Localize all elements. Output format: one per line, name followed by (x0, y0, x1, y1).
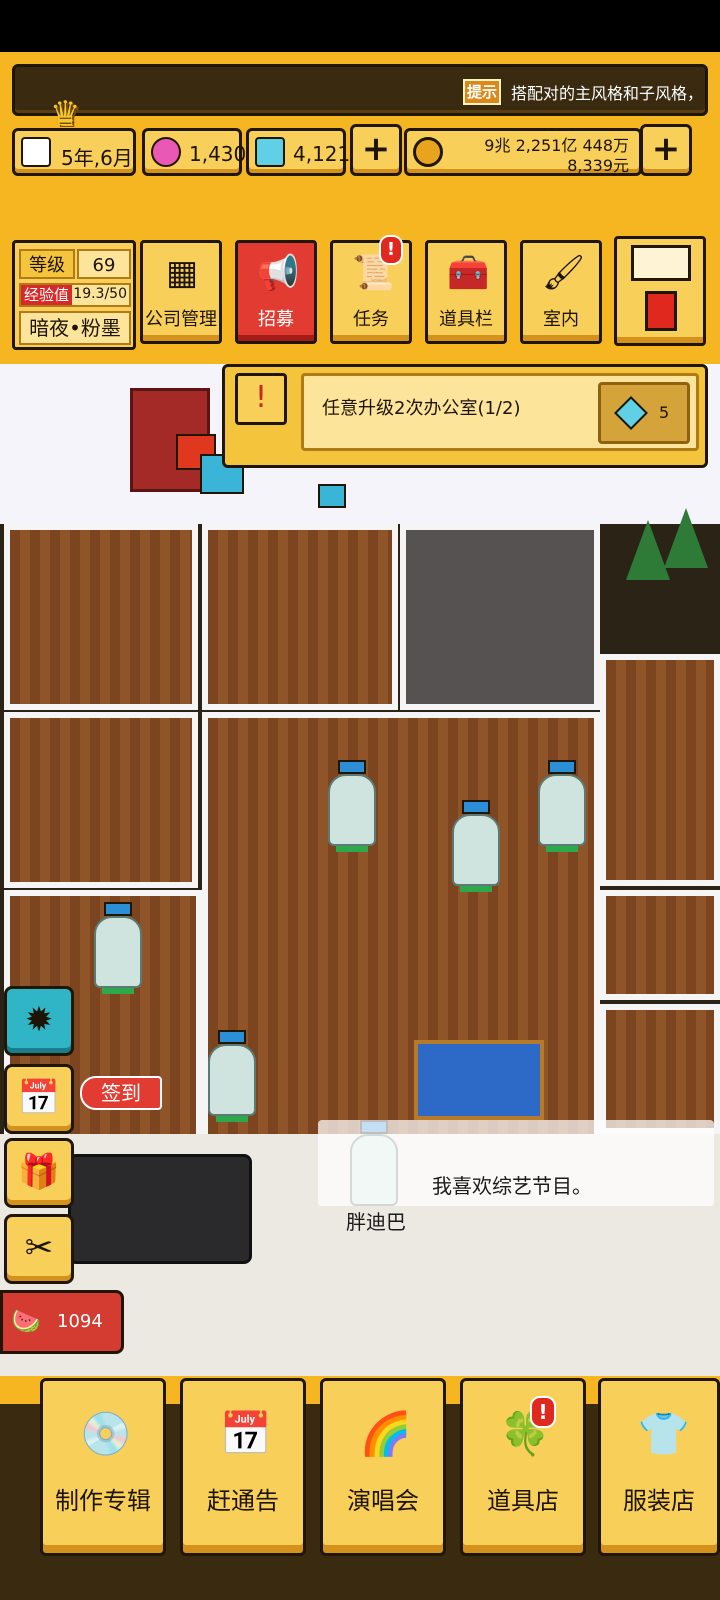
coin-icon (413, 137, 443, 167)
company-management-label: 公司管理 (145, 309, 217, 330)
watermelon-counter[interactable]: 🍉 1094 (0, 1290, 124, 1354)
shirt-icon: 👕 (637, 1409, 691, 1458)
exp-label: 经验值 (21, 285, 73, 305)
trainee-character[interactable] (202, 1030, 262, 1126)
money-display: 9兆 2,251亿 448万 8,339元 (404, 128, 642, 176)
watermelon-icon: 🍉 (11, 1307, 41, 1335)
blue-gem-icon (255, 137, 285, 167)
quest-box: 任意升级2次办公室(1/2) 5 (301, 373, 699, 451)
photo-room[interactable] (400, 524, 600, 710)
tasks-button[interactable]: 📜 ! 任务 (330, 235, 412, 344)
calendar-icon: 📅 (17, 1078, 61, 1118)
date-display: 5年,6月 (12, 128, 136, 176)
level-value: 69 (77, 249, 131, 279)
inventory-label: 道具栏 (439, 309, 493, 330)
hint-badge: 提示 (463, 79, 501, 105)
chest-icon: 🧰 (447, 253, 490, 293)
status-bar (0, 0, 720, 52)
trainee-character[interactable] (532, 760, 592, 856)
megaphone-icon: 📢 (257, 253, 300, 293)
costume-room[interactable] (202, 524, 398, 710)
clothing-shop-label: 服装店 (623, 1487, 695, 1515)
quest-alert-icon: ! (235, 373, 287, 425)
gift-button[interactable]: 🎁 (4, 1138, 74, 1208)
side-room[interactable] (600, 890, 720, 1000)
add-money-button[interactable]: + (640, 124, 692, 176)
exp-value: 19.3/50 (73, 286, 127, 302)
building-icon: ▦ (165, 253, 199, 293)
quest-reward[interactable]: 5 (598, 382, 690, 444)
exp-bar: 经验值 19.3/50 (19, 283, 131, 307)
company-management-button[interactable]: ▦ 公司管理 (140, 240, 222, 344)
side-room[interactable] (600, 654, 720, 886)
level-card[interactable]: 等级 69 经验值 19.3/50 暗夜•粉墨 (12, 240, 136, 350)
quest-text: 任意升级2次办公室(1/2) (322, 398, 521, 419)
hammer-icon (645, 291, 677, 331)
music-room[interactable] (4, 712, 198, 888)
pink-gem-value: 1,430 (189, 142, 247, 166)
disc-icon: 💿 (79, 1409, 133, 1458)
hint-bar[interactable]: 提示 搭配对的主风格和子风格， (12, 64, 708, 116)
watermelon-count: 1094 (57, 1311, 103, 1332)
make-album-button[interactable]: 💿 制作专辑 (40, 1378, 166, 1556)
money-line2: 8,339元 (567, 156, 629, 175)
studio-room[interactable] (4, 524, 198, 710)
item-shop-button[interactable]: 🍀 道具店 (460, 1378, 586, 1556)
blue-gem-display: 4,121 (246, 128, 350, 176)
checkin-tag[interactable]: 签到 (80, 1076, 162, 1110)
interior-label: 室内 (543, 309, 579, 330)
pink-gem-icon (151, 137, 181, 167)
dialogue-text: 我喜欢综艺节目。 (432, 1174, 592, 1198)
add-gems-button[interactable]: + (350, 124, 402, 176)
calendar-icon (21, 137, 51, 167)
item-shop-alert-badge: ! (530, 1396, 556, 1428)
rainbow-icon: 🌈 (359, 1409, 413, 1458)
trainee-character[interactable] (88, 902, 148, 998)
side-room[interactable] (600, 1004, 720, 1134)
blue-gem-value: 4,121 (293, 142, 351, 166)
interior-button[interactable]: 🖌 室内 (520, 240, 602, 344)
clothing-shop-button[interactable]: 👕 服装店 (598, 1378, 720, 1556)
item-shop-label: 道具店 (487, 1487, 559, 1515)
inventory-button[interactable]: 🧰 道具栏 (425, 240, 507, 344)
date-value: 5年,6月 (61, 146, 133, 170)
gift-box (318, 484, 346, 508)
recruit-label: 招募 (258, 309, 294, 330)
paint-roller-icon: 🖌 (542, 253, 586, 293)
aquarium (414, 1040, 544, 1120)
trainee-character[interactable] (446, 800, 506, 896)
gift-icon: 🎁 (17, 1152, 61, 1192)
crossed-tools-icon: ✂ (24, 1228, 54, 1268)
blue-gem-icon (614, 396, 648, 430)
schedule-button[interactable]: 📅 赶通告 (180, 1378, 306, 1556)
schedule-label: 赶通告 (207, 1487, 279, 1515)
settings-tools-button[interactable]: ✂ (4, 1214, 74, 1284)
recruit-button[interactable]: 📢 招募 (235, 240, 317, 344)
envelope-icon (631, 245, 691, 281)
level-label: 等级 (19, 249, 75, 279)
make-album-label: 制作专辑 (55, 1487, 151, 1515)
tasks-label: 任务 (353, 309, 389, 330)
pink-gem-display: 1,430 (142, 128, 246, 176)
quest-reward-value: 5 (659, 403, 670, 422)
christmas-tree (664, 508, 708, 568)
concert-button[interactable]: 🌈 演唱会 (320, 1378, 446, 1556)
player-name: 暗夜•粉墨 (19, 311, 131, 345)
hint-text: 搭配对的主风格和子风格， (511, 84, 704, 103)
calendar-icon: 📅 (219, 1409, 273, 1458)
speaker-name: 胖迪巴 (346, 1210, 406, 1234)
concert-label: 演唱会 (347, 1487, 419, 1515)
quest-banner[interactable]: ! 任意升级2次办公室(1/2) 5 (222, 364, 708, 468)
mail-button[interactable] (614, 236, 706, 346)
tour-bus[interactable] (68, 1154, 252, 1264)
checkin-button[interactable]: 📅 (4, 1064, 74, 1134)
trainee-character[interactable] (322, 760, 382, 856)
tasks-alert-badge: ! (379, 235, 403, 265)
fortune-wheel-button[interactable]: ✹ (4, 986, 74, 1056)
